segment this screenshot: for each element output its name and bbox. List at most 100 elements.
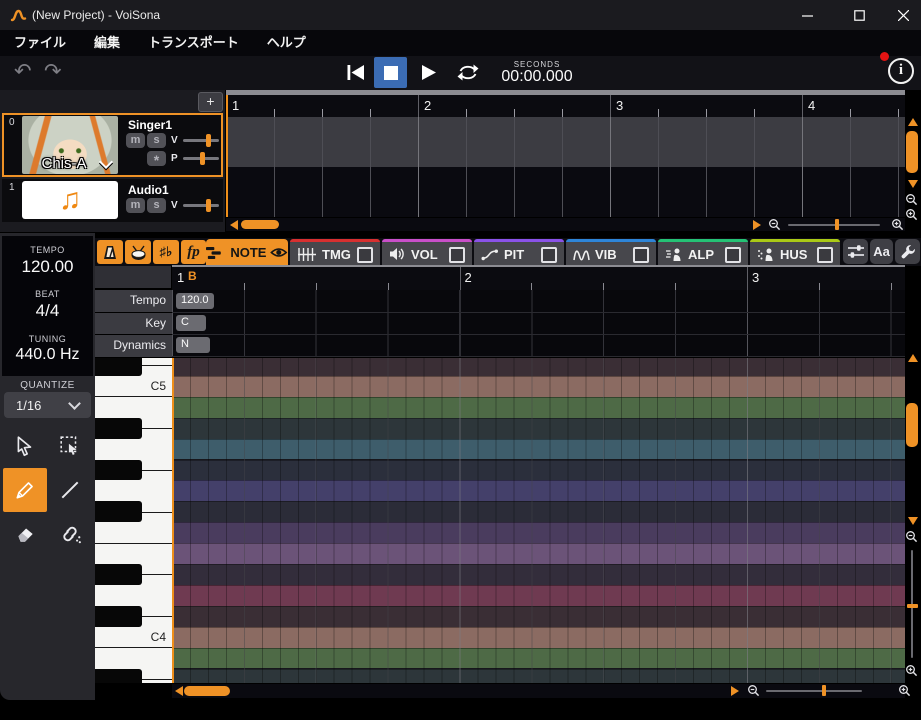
piano-keyboard[interactable]: C5C4 xyxy=(95,358,172,683)
tab-vol[interactable]: VOL xyxy=(382,239,472,266)
key-lane[interactable]: C xyxy=(172,313,905,335)
redo-button[interactable]: ↷ xyxy=(44,60,62,84)
drum-button[interactable] xyxy=(125,240,151,264)
volume-slider-handle[interactable] xyxy=(206,134,211,147)
black-key-F#4[interactable] xyxy=(95,501,142,522)
tab-vib-checkbox[interactable] xyxy=(633,247,649,263)
tool-pencil[interactable] xyxy=(3,468,47,512)
scroll-up-arrow[interactable] xyxy=(908,354,918,362)
maximize-button[interactable] xyxy=(842,4,876,26)
info-button[interactable]: i xyxy=(888,58,914,84)
tab-vol-checkbox[interactable] xyxy=(449,247,465,263)
v-zoom-slider-handle[interactable] xyxy=(907,604,918,608)
tempo-value[interactable]: 120.00 xyxy=(2,257,93,277)
mute-button[interactable]: m xyxy=(126,133,145,148)
eye-icon[interactable] xyxy=(270,246,288,259)
solo-button[interactable]: s xyxy=(147,133,166,148)
accidentals-button[interactable]: ♯♭ xyxy=(153,240,179,264)
v-scrollbar-thumb[interactable] xyxy=(906,403,918,447)
tab-pit[interactable]: PIT xyxy=(474,239,564,266)
mixer-button[interactable] xyxy=(843,239,868,264)
tab-vib[interactable]: VIB xyxy=(566,239,656,266)
scroll-right-arrow[interactable] xyxy=(731,686,739,696)
h-scrollbar-thumb[interactable] xyxy=(184,686,230,696)
settings-button[interactable] xyxy=(895,239,920,264)
white-key-A4[interactable] xyxy=(95,439,172,460)
tuning-value[interactable]: 440.0 Hz xyxy=(2,346,93,364)
white-key-E4[interactable] xyxy=(95,543,172,564)
black-key-A#3[interactable] xyxy=(95,669,142,684)
quantize-dropdown[interactable]: 1/16 xyxy=(4,392,91,418)
tab-hus-checkbox[interactable] xyxy=(817,247,833,263)
tab-note[interactable]: NOTE xyxy=(206,239,288,266)
tab-alp[interactable]: ALP xyxy=(658,239,748,266)
dynamics-lane[interactable]: N xyxy=(172,335,905,357)
tempo-lane[interactable]: 120.0 xyxy=(172,290,905,313)
black-key-C#5[interactable] xyxy=(95,358,142,376)
h-scrollbar-thumb[interactable] xyxy=(241,220,279,229)
tab-pit-checkbox[interactable] xyxy=(541,247,557,263)
pan-slider-handle[interactable] xyxy=(200,152,205,165)
volume-slider-handle[interactable] xyxy=(206,199,211,212)
tool-pointer[interactable] xyxy=(3,424,47,468)
tab-tmg[interactable]: TMG xyxy=(290,239,380,266)
v-zoom-in-icon[interactable] xyxy=(905,664,918,677)
h-zoom-slider-handle[interactable] xyxy=(822,685,826,696)
black-key-C#4[interactable] xyxy=(95,606,142,627)
zoom-out-icon[interactable] xyxy=(768,218,781,231)
black-key-D#4[interactable] xyxy=(95,564,142,585)
metronome-button[interactable] xyxy=(97,240,123,264)
play-button[interactable] xyxy=(412,57,444,88)
minimize-button[interactable] xyxy=(790,4,824,26)
loop-button[interactable] xyxy=(452,57,484,88)
menu-help[interactable]: ヘルプ xyxy=(253,30,320,56)
dynamics-event-chip[interactable]: N xyxy=(176,337,210,353)
white-key-B3[interactable] xyxy=(95,648,172,669)
mute-button[interactable]: m xyxy=(126,198,145,213)
stop-button[interactable] xyxy=(374,57,407,88)
menu-transport[interactable]: トランスポート xyxy=(134,30,253,56)
close-button[interactable] xyxy=(886,4,920,26)
add-track-button[interactable]: + xyxy=(198,92,223,112)
volume-slider[interactable] xyxy=(183,204,219,207)
tool-eraser[interactable] xyxy=(3,512,47,556)
tool-unlink[interactable] xyxy=(48,512,92,556)
singer-avatar[interactable]: Chis-A xyxy=(22,116,118,174)
piano-roll-ruler[interactable]: 123 xyxy=(172,267,905,290)
menu-file[interactable]: ファイル xyxy=(0,30,80,56)
scroll-left-arrow[interactable] xyxy=(230,220,238,230)
zoom-in-icon[interactable] xyxy=(891,218,904,231)
scroll-up-arrow[interactable] xyxy=(908,118,918,126)
solo-button[interactable]: s xyxy=(147,198,166,213)
scroll-left-arrow[interactable] xyxy=(175,686,183,696)
time-display[interactable]: 00:00.000 xyxy=(488,68,586,86)
playhead[interactable] xyxy=(226,95,228,217)
volume-slider[interactable] xyxy=(183,139,219,142)
tab-hus[interactable]: HUS xyxy=(750,239,840,266)
tool-marquee-select[interactable] xyxy=(48,424,92,468)
beat-marker[interactable]: B xyxy=(188,269,197,283)
v-zoom-out-icon[interactable] xyxy=(905,530,918,543)
v-zoom-out-icon[interactable] xyxy=(905,193,918,206)
h-zoom-slider[interactable] xyxy=(766,690,862,692)
arrangement-ruler[interactable]: 1234 xyxy=(226,95,905,117)
tab-alp-checkbox[interactable] xyxy=(725,247,741,263)
white-key-G4[interactable] xyxy=(95,480,172,501)
white-key-D4[interactable] xyxy=(95,585,172,606)
scroll-down-arrow[interactable] xyxy=(908,517,918,525)
tool-line[interactable] xyxy=(48,468,92,512)
audio-track-thumbnail[interactable]: ♫ xyxy=(22,181,118,219)
white-key-B4[interactable] xyxy=(95,397,172,418)
zoom-out-icon[interactable] xyxy=(747,684,760,697)
param-lane-area[interactable]: 120.0 C N xyxy=(172,290,905,357)
font-button[interactable]: Aa xyxy=(870,239,893,264)
freeze-button[interactable]: * xyxy=(147,151,166,166)
tempo-lane-label[interactable]: Tempo xyxy=(95,290,172,312)
pan-slider[interactable] xyxy=(183,157,219,160)
white-key-F4[interactable] xyxy=(95,522,172,543)
black-key-A#4[interactable] xyxy=(95,418,142,439)
v-scrollbar-thumb[interactable] xyxy=(906,131,918,173)
scroll-down-arrow[interactable] xyxy=(908,180,918,188)
v-zoom-in-icon[interactable] xyxy=(905,208,918,221)
h-zoom-slider-handle[interactable] xyxy=(835,219,839,230)
